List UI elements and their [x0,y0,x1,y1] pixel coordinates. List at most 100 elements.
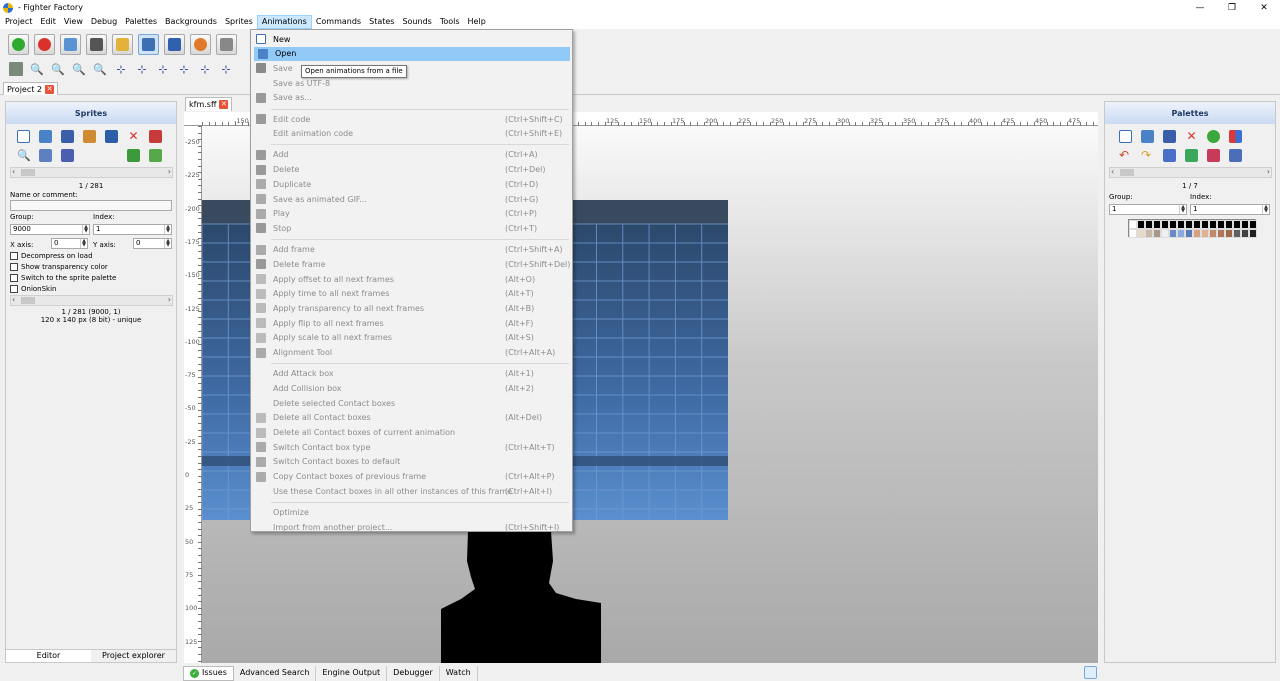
close-button[interactable]: ✕ [1248,0,1280,15]
menu-sounds[interactable]: Sounds [398,15,435,29]
close-doc-tab-icon[interactable]: ✕ [219,100,229,109]
align-center-icon[interactable]: ⊹ [135,62,149,76]
menu-animations[interactable]: Animations [256,15,312,29]
export-sprite-icon[interactable] [105,130,118,143]
menu-item-copy-contact-boxes-of-previous-frame[interactable]: Copy Contact boxes of previous frame (Ctr… [252,470,571,484]
eyedropper-icon[interactable] [1185,149,1198,162]
menu-edit[interactable]: Edit [36,15,60,29]
menu-item-delete-all-contact-boxes-of-current-animation[interactable]: Delete all Contact boxes of current anim… [252,426,571,440]
menu-item-save-as[interactable]: Save as... [252,91,571,105]
sprite-palette-checkbox[interactable]: Switch to the sprite palette [10,274,116,282]
menu-item-play[interactable]: Play (Ctrl+P) [252,207,571,221]
paint-green-icon[interactable] [127,149,140,162]
align-left-icon[interactable]: ⊹ [114,62,128,76]
decompress-checkbox[interactable]: Decompress on load [10,252,93,260]
group-field[interactable]: 9000 ▲ ▼ [10,224,90,235]
menu-item-stop[interactable]: Stop (Ctrl+T) [252,221,571,235]
align-right-icon[interactable]: ⊹ [156,62,170,76]
refresh-palette-icon[interactable] [1207,130,1220,143]
tab-issues[interactable]: ✓ Issues [183,665,234,681]
search-sprite-icon[interactable]: 🔍 [17,149,31,162]
menu-item-delete-frame[interactable]: Delete frame (Ctrl+Shift+Del) [252,257,571,271]
menu-tools[interactable]: Tools [436,15,464,29]
tab-engine-output[interactable]: Engine Output [316,665,388,681]
menu-palettes[interactable]: Palettes [121,15,161,29]
zoom-fit-icon[interactable]: 🔍 [51,62,65,76]
menu-item-add-collision-box[interactable]: Add Collision box (Alt+2) [252,381,571,395]
menu-item-duplicate[interactable]: Duplicate (Ctrl+D) [252,177,571,191]
menu-item-edit-code[interactable]: Edit code (Ctrl+Shift+C) [252,112,571,126]
close-project-button[interactable] [34,33,55,55]
palette-button[interactable] [190,33,211,55]
menu-debug[interactable]: Debug [87,15,121,29]
palettes-scrollbar[interactable]: ‹ › [1109,167,1272,178]
menu-item-switch-contact-box-type[interactable]: Switch Contact box type (Ctrl+Alt+T) [252,440,571,454]
palette-group-spinner[interactable]: ▲ ▼ [1179,205,1186,214]
menu-item-apply-time-to-all-next-frames[interactable]: Apply time to all next frames (Alt+T) [252,287,571,301]
tab-advanced-search[interactable]: Advanced Search [234,665,317,681]
yaxis-spinner[interactable]: ▲ ▼ [164,239,171,248]
sprite-list-icon[interactable] [61,149,74,162]
menu-item-switch-contact-boxes-to-default[interactable]: Switch Contact boxes to default [252,455,571,469]
palette-edit-icon[interactable] [1163,149,1176,162]
menu-item-open[interactable]: Open [254,46,570,61]
edit-sprite-icon[interactable] [83,130,96,143]
maximize-button[interactable]: ❐ [1216,0,1248,15]
menu-states[interactable]: States [365,15,398,29]
name-field[interactable] [10,200,172,211]
tab-watch[interactable]: Watch [440,665,478,681]
open-sprite-icon[interactable] [39,130,52,143]
menu-view[interactable]: View [60,15,87,29]
sprite-props-icon[interactable] [149,130,162,143]
project-tab[interactable]: Project 2 ✕ [3,82,59,95]
save-sprite-icon[interactable] [61,130,74,143]
xaxis-field[interactable]: 0 ▲ ▼ [51,238,88,249]
document-tab[interactable]: kfm.sff ✕ [185,97,233,111]
close-tab-icon[interactable]: ✕ [45,84,55,94]
open-project-button[interactable] [60,33,81,55]
onionskin-checkbox[interactable]: OnionSkin [10,285,57,293]
menu-item-apply-scale-to-all-next-frames[interactable]: Apply scale to all next frames (Alt+S) [252,331,571,345]
menu-item-alignment-tool[interactable]: Alignment Tool (Ctrl+Alt+A) [252,346,571,360]
lock-button[interactable] [112,33,133,55]
menu-sprites[interactable]: Sprites [221,15,257,29]
menu-project[interactable]: Project [1,15,36,29]
undo-icon[interactable]: ↶ [1119,149,1132,162]
palette-swap-icon[interactable] [1229,149,1242,162]
filter-sprite-icon[interactable] [39,149,52,162]
tools-button[interactable] [216,33,237,55]
swap-green-icon[interactable] [149,149,162,162]
tab-project-explorer[interactable]: Project explorer [91,650,176,662]
palette-index-field[interactable]: 1 ▲ ▼ [1190,204,1270,215]
menu-help[interactable]: Help [464,15,490,29]
palette-grid-icon[interactable] [1229,130,1242,143]
menu-item-add-frame[interactable]: Add frame (Ctrl+Shift+A) [252,243,571,257]
menu-item-save-as-animated-gif[interactable]: Save as animated GIF... (Ctrl+G) [252,192,571,206]
view-animations-button[interactable] [164,33,185,55]
view-sprites-button[interactable] [138,33,159,55]
menu-item-new[interactable]: New [252,32,571,46]
transparency-checkbox[interactable]: Show transparency color [10,263,108,271]
menu-item-save[interactable]: Save [252,61,571,75]
menu-item-apply-transparency-to-all-next-frames[interactable]: Apply transparency to all next frames (Al… [252,301,571,315]
new-palette-icon[interactable] [1119,130,1132,143]
tab-editor[interactable]: Editor [6,650,91,662]
palette-index-spinner[interactable]: ▲ ▼ [1262,205,1269,214]
index-field[interactable]: 1 ▲ ▼ [93,224,172,235]
group-spinner[interactable]: ▲ ▼ [82,225,89,234]
menu-item-save-as-utf-8[interactable]: Save as UTF-8 [252,76,571,90]
grid-icon[interactable] [9,62,23,76]
palette-swatch-grid[interactable] [1128,219,1257,238]
minimize-button[interactable]: — [1184,0,1216,15]
index-spinner[interactable]: ▲ ▼ [164,225,171,234]
align-corner-icon[interactable]: ⊹ [219,62,233,76]
menu-item-add[interactable]: Add (Ctrl+A) [252,148,571,162]
new-project-button[interactable] [8,33,29,55]
zoom-reset-icon[interactable]: 🔍 [93,62,107,76]
menu-item-delete-selected-contact-boxes[interactable]: Delete selected Contact boxes [252,396,571,410]
menu-item-delete[interactable]: Delete (Ctrl+Del) [252,163,571,177]
xaxis-spinner[interactable]: ▲ ▼ [80,239,87,248]
menu-commands[interactable]: Commands [312,15,365,29]
delete-palette-icon[interactable]: ✕ [1185,130,1198,143]
sprites-scrollbar-2[interactable]: ‹ › [10,295,173,306]
